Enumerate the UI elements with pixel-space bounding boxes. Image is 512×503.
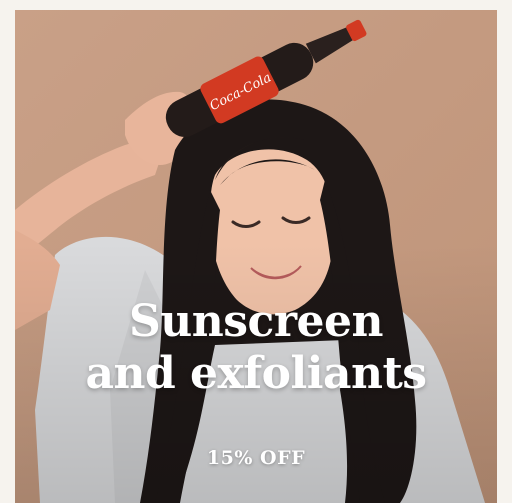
discount-label: 15% OFF: [206, 447, 306, 469]
headline-line-1: Sunscreen: [129, 296, 383, 347]
promo-banner[interactable]: Coca-Cola Sunscreen and exfoliants 15% O…: [15, 10, 497, 503]
headline-line-2: and exfoliants: [85, 348, 427, 399]
promo-headline: Sunscreen and exfoliants: [15, 296, 497, 400]
